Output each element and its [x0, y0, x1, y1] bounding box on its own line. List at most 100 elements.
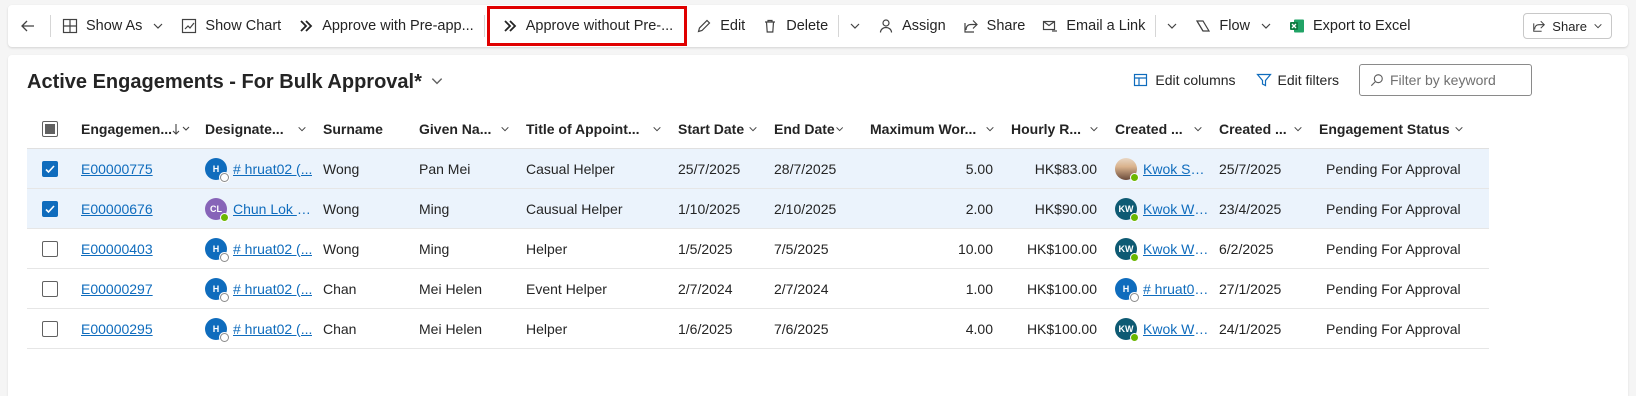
select-all-checkbox[interactable]	[42, 120, 58, 137]
row-checkbox[interactable]	[42, 240, 58, 257]
show-chart-label: Show Chart	[205, 18, 282, 34]
avatar	[1115, 157, 1139, 182]
filter-by-keyword-field[interactable]	[1359, 64, 1532, 96]
chevron-down-icon	[986, 126, 994, 131]
column-header-hourly-rate[interactable]: Hourly R...	[1003, 109, 1107, 148]
approve-with-pre-approval-button[interactable]: Approve with Pre-app...	[289, 8, 482, 44]
engagement-id-link[interactable]: E00000297	[81, 281, 153, 297]
view-selector[interactable]: Active Engagements - For Bulk Approval*	[27, 71, 444, 94]
table-row[interactable]: E00000775 H # hruat02 (... Wong Pan Mei Casua…	[27, 149, 1489, 189]
created-on-cell: 24/1/2025	[1219, 320, 1282, 337]
sort-descending-icon	[172, 123, 190, 135]
edit-columns-button[interactable]: Edit columns	[1133, 72, 1236, 88]
start-date-cell: 1/6/2025	[678, 320, 733, 337]
avatar-initials: H	[212, 163, 220, 174]
given-name-cell: Mei Helen	[419, 320, 483, 337]
created-by-link[interactable]: Kwok Sun...	[1143, 161, 1211, 177]
excel-icon	[1288, 17, 1306, 35]
more-commands-dropdown-2[interactable]	[1158, 8, 1186, 44]
show-chart-button[interactable]: Show Chart	[172, 8, 289, 44]
engagement-id-link[interactable]: E00000295	[81, 321, 153, 337]
filter-input[interactable]	[1390, 72, 1520, 88]
share-button[interactable]: Share	[954, 8, 1034, 44]
row-checkbox[interactable]	[42, 160, 58, 177]
surname-cell: Wong	[323, 200, 360, 217]
engagement-id-link[interactable]: E00000775	[81, 161, 153, 177]
engagement-status-cell: Pending For Approval	[1326, 240, 1461, 257]
column-header-label: Engagement Status	[1319, 120, 1450, 137]
column-header-engagement-status[interactable]: Engagement Status	[1311, 109, 1489, 148]
select-all-checkbox-cell[interactable]	[27, 109, 73, 148]
created-by-link[interactable]: # hruat01...	[1143, 281, 1211, 297]
column-header-maximum-working-hours[interactable]: Maximum Wor...	[862, 109, 1003, 148]
column-header-created-by[interactable]: Created ...	[1107, 109, 1211, 148]
column-header-given-name[interactable]: Given Na...	[411, 109, 518, 148]
designate-link[interactable]: # hruat02 (...	[233, 161, 312, 177]
created-by-link[interactable]: Kwok Win...	[1143, 321, 1211, 337]
engagement-id-link[interactable]: E00000403	[81, 241, 153, 257]
created-by-link[interactable]: Kwok Win...	[1143, 241, 1211, 257]
share-dropdown-button[interactable]: Share	[1523, 13, 1612, 39]
export-to-excel-button[interactable]: Export to Excel	[1280, 8, 1419, 44]
designate-link[interactable]: # hruat02 (...	[233, 321, 312, 337]
avatar-initials: KW	[1118, 323, 1134, 334]
email-link-button[interactable]: Email a Link	[1033, 8, 1153, 44]
column-header-title-of-appointment[interactable]: Title of Appoint...	[518, 109, 670, 148]
designate-link[interactable]: Chun Lok L...	[233, 201, 315, 217]
title-of-appointment-cell: Causual Helper	[526, 200, 623, 217]
column-header-designate[interactable]: Designate...	[197, 109, 315, 148]
assign-button[interactable]: Assign	[869, 8, 954, 44]
row-checkbox-cell[interactable]	[27, 149, 73, 188]
flow-label: Flow	[1219, 18, 1250, 34]
engagement-id-cell: E00000775	[73, 149, 197, 188]
edit-filters-button[interactable]: Edit filters	[1255, 72, 1339, 88]
created-by-link[interactable]: Kwok Win...	[1143, 201, 1211, 217]
row-checkbox[interactable]	[42, 280, 58, 297]
designate-link[interactable]: # hruat02 (...	[233, 281, 312, 297]
row-checkbox-cell[interactable]	[27, 229, 73, 268]
designate-link[interactable]: # hruat02 (...	[233, 241, 312, 257]
flow-button[interactable]: Flow	[1186, 8, 1280, 44]
row-checkbox-cell[interactable]	[27, 189, 73, 228]
chevron-down-icon	[1455, 126, 1463, 131]
start-date-cell: 1/5/2025	[678, 240, 733, 257]
column-header-surname[interactable]: Surname	[315, 109, 411, 148]
table-row[interactable]: E00000295 H # hruat02 (... Chan Mei Helen Hel…	[27, 309, 1489, 349]
row-checkbox-cell[interactable]	[27, 269, 73, 308]
trash-icon	[761, 17, 779, 35]
person-icon	[877, 17, 895, 35]
hourly-rate-cell: HK$100.00	[1026, 240, 1097, 257]
view-panel: Active Engagements - For Bulk Approval* …	[8, 55, 1628, 396]
column-header-label: Given Na...	[419, 120, 492, 137]
engagement-id-link[interactable]: E00000676	[81, 201, 153, 217]
back-button[interactable]	[8, 8, 48, 44]
designate-cell: H # hruat02 (...	[197, 149, 315, 188]
column-header-label: End Date	[774, 120, 835, 137]
presence-status-icon	[1130, 292, 1139, 302]
delete-button[interactable]: Delete	[753, 8, 836, 44]
table-row[interactable]: E00000297 H # hruat02 (... Chan Mei Helen Eve…	[27, 269, 1489, 309]
row-checkbox[interactable]	[42, 200, 58, 217]
table-row[interactable]: E00000676 CL Chun Lok L... Wong Ming Causual …	[27, 189, 1489, 229]
delete-label: Delete	[786, 18, 829, 34]
approve-without-pre-approval-button[interactable]: Approve without Pre-...	[486, 6, 688, 46]
avatar: H	[205, 157, 229, 182]
column-header-created-on[interactable]: Created ...	[1211, 109, 1311, 148]
column-header-start-date[interactable]: Start Date	[670, 109, 766, 148]
column-header-label: Created ...	[1219, 120, 1287, 137]
more-commands-dropdown[interactable]	[841, 8, 869, 44]
edit-columns-icon	[1133, 72, 1149, 88]
row-checkbox[interactable]	[42, 320, 58, 337]
show-as-button[interactable]: Show As	[53, 8, 172, 44]
chevron-down-icon	[152, 20, 164, 32]
table-row[interactable]: E00000403 H # hruat02 (... Wong Ming Helper 1/…	[27, 229, 1489, 269]
presence-status-icon	[1130, 172, 1139, 182]
hourly-rate-cell: HK$100.00	[1026, 280, 1097, 297]
column-header-end-date[interactable]: End Date	[766, 109, 862, 148]
row-checkbox-cell[interactable]	[27, 309, 73, 348]
column-header-label: Designate...	[205, 120, 284, 137]
given-name-cell: Ming	[419, 200, 450, 217]
assign-label: Assign	[902, 18, 946, 34]
column-header-engagement[interactable]: Engagemen...	[73, 109, 197, 148]
edit-button[interactable]: Edit	[687, 8, 753, 44]
